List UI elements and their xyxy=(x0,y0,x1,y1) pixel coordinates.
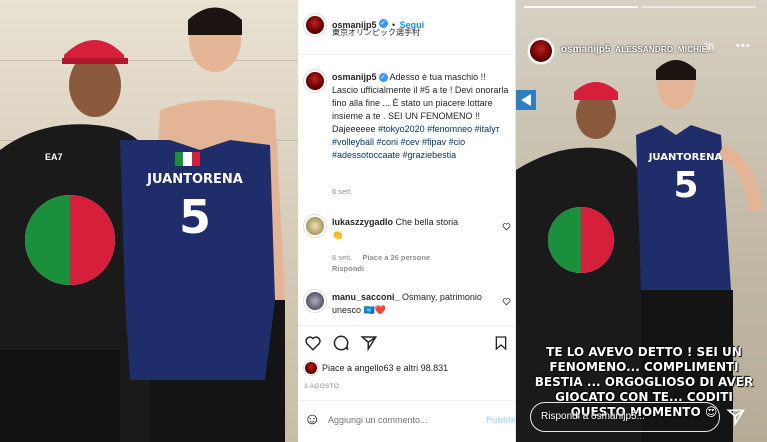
commenter-username[interactable]: manu_sacconi_ xyxy=(332,292,400,302)
story-view[interactable]: osmanijp5 ALESSANDRO_MICHIE... 3h ••• JU… xyxy=(516,0,767,442)
comment-input[interactable] xyxy=(328,412,478,428)
comment-likes[interactable]: Piace a 26 persone xyxy=(363,253,431,262)
story-jersey-number: 5 xyxy=(673,165,699,206)
divider xyxy=(298,325,515,326)
story-reply-field[interactable]: Rispondi a osmanijp5... xyxy=(530,402,720,432)
caption-username[interactable]: osmanijp5 xyxy=(332,72,377,82)
comment-text: Che bella storia xyxy=(395,217,459,227)
comment-item: manu_sacconi_ Osmany, patrimonio unesco … xyxy=(298,290,515,330)
story-header: osmanijp5 ALESSANDRO_MICHIE... xyxy=(561,44,714,55)
comment-emoji: 👏 xyxy=(332,230,344,240)
likes-row: Piace a angello63 e altri 98.831 xyxy=(298,361,515,377)
comment-emoji: 🇺🇳❤️ xyxy=(363,305,386,315)
comment-time: 6 sett. xyxy=(332,253,353,262)
commenter-avatar[interactable] xyxy=(304,290,326,312)
comment-composer: ☺ Pubblica xyxy=(298,410,524,432)
location-link[interactable]: 東京オリンピック選手村 xyxy=(332,27,420,38)
emoji-icon[interactable]: ☺ xyxy=(304,412,320,428)
comment-icon[interactable] xyxy=(332,334,350,352)
comment-item: lukaszzygadlo Che bella storia 👏 6 sett.… xyxy=(298,215,515,275)
action-bar xyxy=(298,334,515,354)
like-comment-icon[interactable] xyxy=(502,297,511,306)
author-avatar[interactable] xyxy=(304,14,326,36)
story-author[interactable]: osmanijp5 xyxy=(561,44,610,55)
more-options-icon[interactable]: ••• xyxy=(736,40,751,52)
story-mentions[interactable]: ALESSANDRO_MICHIE... xyxy=(615,45,714,54)
divider xyxy=(298,400,515,401)
divider xyxy=(298,54,515,55)
likes-count[interactable]: Piace a angello63 e altri 98.831 xyxy=(322,363,448,373)
commenter-username[interactable]: lukaszzygadlo xyxy=(332,217,393,227)
save-icon[interactable] xyxy=(493,334,509,352)
caption-text: osmanijp5 ✓ Adesso è tua maschio !! Lasci… xyxy=(332,71,512,162)
post-date: 3 AGOSTO xyxy=(304,383,340,390)
brand-logo: EA7 xyxy=(45,152,63,162)
commenter-avatar[interactable] xyxy=(304,215,326,237)
send-icon[interactable] xyxy=(726,407,746,427)
caption-avatar[interactable] xyxy=(304,70,326,92)
reply-button[interactable]: Rispondi xyxy=(332,264,364,273)
photo-illustration xyxy=(0,7,285,442)
story-reply-placeholder: Rispondi a osmanijp5... xyxy=(541,411,645,422)
liker-avatar[interactable] xyxy=(304,361,318,375)
like-comment-icon[interactable] xyxy=(502,222,511,231)
verified-icon: ✓ xyxy=(378,73,388,83)
story-author-avatar[interactable] xyxy=(528,38,554,64)
like-icon[interactable] xyxy=(304,334,322,352)
story-time: 3h xyxy=(703,42,715,53)
post-header: osmanijp5 ✓ • Segui 東京オリンピック選手村 xyxy=(298,14,515,44)
jersey-name: JUANTORENA xyxy=(147,172,243,187)
caption-time[interactable]: 6 sett. xyxy=(332,187,352,196)
post-panel: osmanijp5 ✓ • Segui 東京オリンピック選手村 osmanijp5… xyxy=(298,0,524,442)
jersey-number: 5 xyxy=(178,190,211,244)
share-icon[interactable] xyxy=(360,334,378,352)
story-jersey-name: JUANTORENA xyxy=(648,152,723,163)
post-photo[interactable]: JUANTORENA 5 EA7 xyxy=(0,0,298,442)
